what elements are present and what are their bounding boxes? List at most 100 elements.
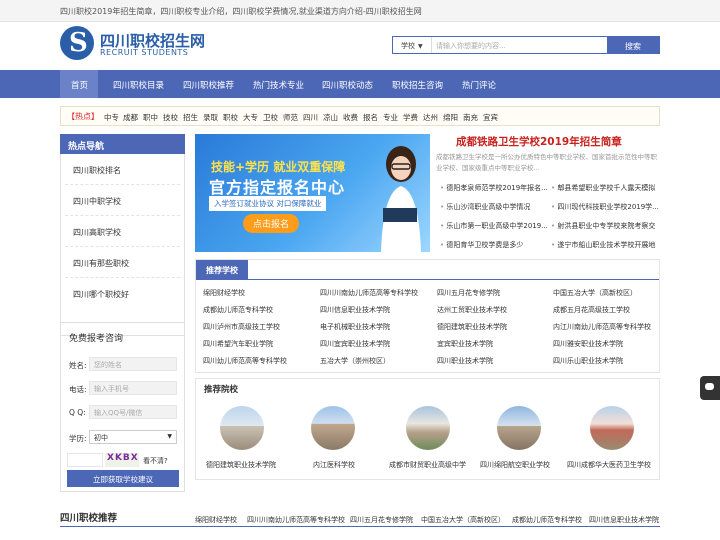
nav-majors[interactable]: 热门技术专业	[253, 79, 304, 91]
qq-input[interactable]: 输入QQ号/微信	[89, 405, 177, 419]
school-link[interactable]: 五冶大学（崇州校区）	[320, 356, 390, 366]
school-link[interactable]: 中国五冶大学（高新校区）	[553, 288, 637, 298]
college-photo[interactable]	[590, 406, 634, 450]
bottom-link[interactable]: 绵阳财经学校	[195, 515, 237, 525]
hot-keyword[interactable]: 四川	[303, 112, 318, 123]
school-link[interactable]: 宜宾职业技术学院	[437, 339, 493, 349]
bottom-link[interactable]: 四川五月花专修学院	[350, 515, 413, 525]
sidebar-item-best[interactable]: 四川哪个职校好	[65, 278, 180, 309]
college-photo[interactable]	[311, 406, 355, 450]
banner-signup-button[interactable]: 点击报名	[243, 214, 300, 233]
captcha-input[interactable]	[67, 453, 103, 467]
school-link[interactable]: 四川宜宾职业技术学院	[320, 339, 390, 349]
article-title[interactable]: 成都铁路卫生学校2019年招生简章	[456, 134, 622, 149]
article-link[interactable]: 射洪县职业中专学校来院考察交	[551, 221, 655, 231]
college-photo[interactable]	[220, 406, 264, 450]
logo-subtitle: RECRUIT STUDENTS	[100, 48, 189, 57]
article-link[interactable]: 乐山沙湾职业高级中学情况	[440, 202, 530, 212]
school-link[interactable]: 内江川南幼儿师范高等专科学校	[553, 322, 651, 332]
nav-comments[interactable]: 热门评论	[462, 79, 496, 91]
search-bar: 学校 ▼ 请输入你想要的内容... 搜索	[392, 36, 660, 54]
school-link[interactable]: 四川乐山职业技术学院	[553, 356, 623, 366]
captcha-refresh-link[interactable]: 看不清?	[143, 456, 168, 466]
school-link[interactable]: 四川希望汽车职业学院	[203, 339, 273, 349]
article-link[interactable]: 四川现代科技职业学校2019学...	[551, 202, 659, 212]
edu-label: 学历:	[69, 434, 87, 443]
sidebar-item-higher[interactable]: 四川高职学校	[65, 216, 180, 247]
sidebar-item-secondary[interactable]: 四川中职学校	[65, 185, 180, 216]
site-description: 四川职校2019年招生简章，四川职校专业介绍，四川职校学费情况,就业渠道方向介绍…	[60, 7, 422, 16]
college-photo[interactable]	[497, 406, 541, 450]
hot-keyword[interactable]: 宜宾	[483, 112, 498, 123]
hot-keyword[interactable]: 大专	[243, 112, 258, 123]
school-link[interactable]: 四川泸州市高级技工学校	[203, 322, 280, 332]
article-link[interactable]: 遂宁市船山职业技术学校开展地	[551, 240, 655, 250]
school-link[interactable]: 绵阳财经学校	[203, 288, 245, 298]
hot-keyword[interactable]: 录取	[203, 112, 218, 123]
hot-keyword[interactable]: 达州	[423, 112, 438, 123]
college-name[interactable]: 四川绵阳航空职业学校	[480, 460, 550, 470]
sidebar-item-ranking[interactable]: 四川职校排名	[65, 154, 180, 185]
nav-home[interactable]: 首页	[71, 79, 88, 91]
bottom-link[interactable]: 中国五冶大学（高新校区）	[421, 515, 505, 525]
hot-keyword[interactable]: 招生	[183, 112, 198, 123]
college-name[interactable]: 内江医科学校	[313, 460, 355, 470]
school-link[interactable]: 四川川南幼儿师范高等专科学校	[320, 288, 418, 298]
school-link[interactable]: 成都五月花高级技工学校	[553, 305, 630, 315]
college-name[interactable]: 德阳建筑职业技术学院	[206, 460, 276, 470]
school-link[interactable]: 达州工贸职业技术学校	[437, 305, 507, 315]
hot-keyword[interactable]: 卫校	[263, 112, 278, 123]
bottom-link[interactable]: 四川信息职业技术学院	[589, 515, 659, 525]
consult-form: 免费报考咨询 姓名: 您的姓名 电话: 输入手机号 Q Q: 输入QQ号/微信 …	[60, 322, 185, 492]
college-photo[interactable]	[406, 406, 450, 450]
search-button[interactable]: 搜索	[607, 37, 659, 53]
phone-input[interactable]: 输入手机号	[89, 381, 177, 395]
school-link[interactable]: 四川雅安职业技术学院	[553, 339, 623, 349]
edu-select[interactable]: 初中 ▼	[89, 430, 177, 444]
captcha-image[interactable]: XKBX	[105, 453, 139, 467]
hot-keyword[interactable]: 南充	[463, 112, 478, 123]
submit-button[interactable]: 立即获取学校建议	[67, 470, 179, 487]
school-link[interactable]: 成都幼儿师范专科学校	[203, 305, 273, 315]
hot-keyword[interactable]: 中专	[104, 112, 119, 123]
recommend-title: 推荐学校	[196, 260, 248, 280]
bottom-link[interactable]: 四川川南幼儿师范高等专科学校	[247, 515, 345, 525]
college-name[interactable]: 四川成都华大医药卫生学校	[567, 460, 651, 470]
search-type-select[interactable]: 学校 ▼	[393, 37, 431, 53]
chevron-down-icon: ▼	[418, 43, 423, 50]
school-link[interactable]: 四川职业技术学院	[437, 356, 493, 366]
hot-keyword[interactable]: 绵阳	[443, 112, 458, 123]
nav-directory[interactable]: 四川职校目录	[113, 79, 164, 91]
school-link[interactable]: 德阳建筑职业技术学院	[437, 322, 507, 332]
hot-keyword[interactable]: 师范	[283, 112, 298, 123]
sidebar-item-which[interactable]: 四川有那些职校	[65, 247, 180, 278]
school-link[interactable]: 四川信息职业技术学院	[320, 305, 390, 315]
banner-girl-illustration	[381, 146, 421, 252]
hot-keyword[interactable]: 专业	[383, 112, 398, 123]
hot-keyword[interactable]: 凉山	[323, 112, 338, 123]
hot-keyword[interactable]: 报名	[363, 112, 378, 123]
article-link[interactable]: 德阳育华卫校学费是多少	[440, 240, 523, 250]
chat-icon[interactable]	[700, 376, 720, 400]
college-name[interactable]: 成都市财贸职业高级中学	[389, 460, 466, 470]
name-input[interactable]: 您的姓名	[89, 357, 177, 371]
school-link[interactable]: 电子机械职业技术学院	[320, 322, 390, 332]
hot-keyword[interactable]: 成都	[123, 112, 138, 123]
hot-keyword[interactable]: 学费	[403, 112, 418, 123]
article-link[interactable]: 德阳孝泉师范学校2019年报名...	[440, 183, 548, 193]
article-link[interactable]: 郫县希望职业学校千人露天模拟	[551, 183, 655, 193]
nav-news[interactable]: 四川职校动态	[322, 79, 373, 91]
school-link[interactable]: 四川五月花专修学院	[437, 288, 500, 298]
nav-consult[interactable]: 职校招生咨询	[392, 79, 443, 91]
hot-keyword[interactable]: 职中	[143, 112, 158, 123]
search-input[interactable]: 请输入你想要的内容...	[431, 37, 607, 53]
school-link[interactable]: 四川幼儿师范高等专科学校	[203, 356, 287, 366]
promo-banner[interactable]: 技能+学历 就业双重保障 官方指定报名中心 入学签订就业协议 对口保障就业 点击…	[195, 134, 430, 252]
article-link[interactable]: 乐山市第一职业高级中学2019...	[440, 221, 548, 231]
hot-keyword[interactable]: 技校	[163, 112, 178, 123]
nav-recommend[interactable]: 四川职校推荐	[183, 79, 234, 91]
phone-label: 电话:	[69, 385, 87, 394]
hot-keyword[interactable]: 收费	[343, 112, 358, 123]
hot-keyword[interactable]: 职校	[223, 112, 238, 123]
bottom-link[interactable]: 成都幼儿师范专科学校	[512, 515, 582, 525]
